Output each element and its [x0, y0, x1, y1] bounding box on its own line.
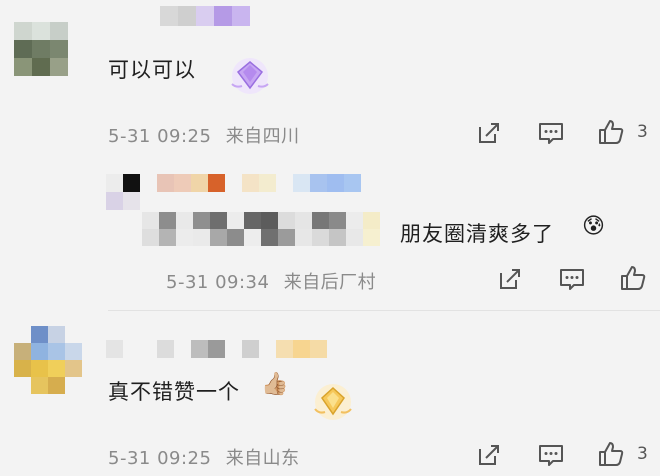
share-icon[interactable]	[476, 442, 502, 468]
reply-target-pixelated	[142, 212, 380, 246]
thumbs-up-emoji: 👍🏼	[261, 372, 289, 397]
avatar[interactable]	[14, 326, 82, 394]
timestamp: 5-31 09:25	[108, 126, 212, 147]
comment-meta: 5-31 09:34 来自后厂村	[166, 268, 376, 294]
comment-icon[interactable]	[537, 120, 565, 146]
like-count: 3	[637, 444, 648, 464]
timestamp: 5-31 09:34	[166, 272, 270, 293]
thumbs-up-icon[interactable]	[597, 118, 625, 146]
divider	[108, 310, 660, 311]
username-pixelated	[106, 174, 378, 210]
thumbs-up-icon[interactable]	[619, 264, 647, 292]
location: 来自四川	[225, 126, 300, 147]
comment-text: 可以可以	[108, 58, 196, 82]
avatar[interactable]	[14, 22, 68, 76]
purple-diamond-badge	[226, 54, 274, 96]
location: 来自山东	[225, 448, 300, 469]
share-icon[interactable]	[476, 120, 502, 146]
comment-text: 朋友圈清爽多了	[400, 222, 554, 246]
comment-meta: 5-31 09:25 来自山东	[108, 444, 300, 470]
comment-icon[interactable]	[558, 266, 586, 292]
comment-meta: 5-31 09:25 来自四川	[108, 122, 300, 148]
timestamp: 5-31 09:25	[108, 448, 212, 469]
comment-icon[interactable]	[537, 442, 565, 468]
username-pixelated	[160, 6, 250, 26]
gold-diamond-badge	[310, 382, 356, 422]
share-icon[interactable]	[497, 266, 523, 292]
anxious-face-emoji: 😰	[582, 214, 605, 239]
location: 来自后厂村	[283, 272, 377, 293]
like-count: 3	[637, 122, 648, 142]
thumbs-up-icon[interactable]	[597, 440, 625, 468]
comment-text: 真不错赞一个	[108, 380, 240, 404]
username-pixelated	[106, 340, 344, 358]
